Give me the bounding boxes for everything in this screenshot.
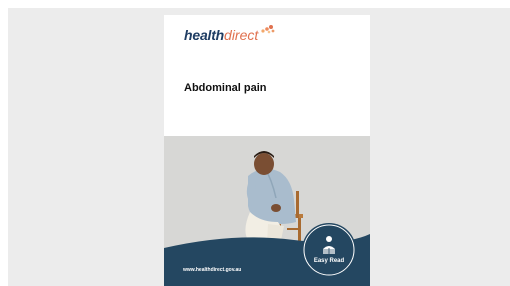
logo-health-text: health bbox=[184, 27, 225, 43]
easy-read-badge: Easy Read bbox=[301, 222, 357, 278]
badge-circle bbox=[302, 223, 356, 277]
healthdirect-logo: healthdirect bbox=[184, 25, 294, 49]
logo-dots-icon bbox=[261, 25, 275, 34]
document-title: Abdominal pain bbox=[184, 82, 267, 94]
document-cover[interactable]: healthdirect Abdominal pain www.healthdi… bbox=[164, 15, 370, 286]
logo-direct-text: direct bbox=[224, 27, 259, 43]
website-url[interactable]: www.healthdirect.gov.au bbox=[183, 267, 241, 273]
easy-read-label: Easy Read bbox=[313, 258, 345, 264]
